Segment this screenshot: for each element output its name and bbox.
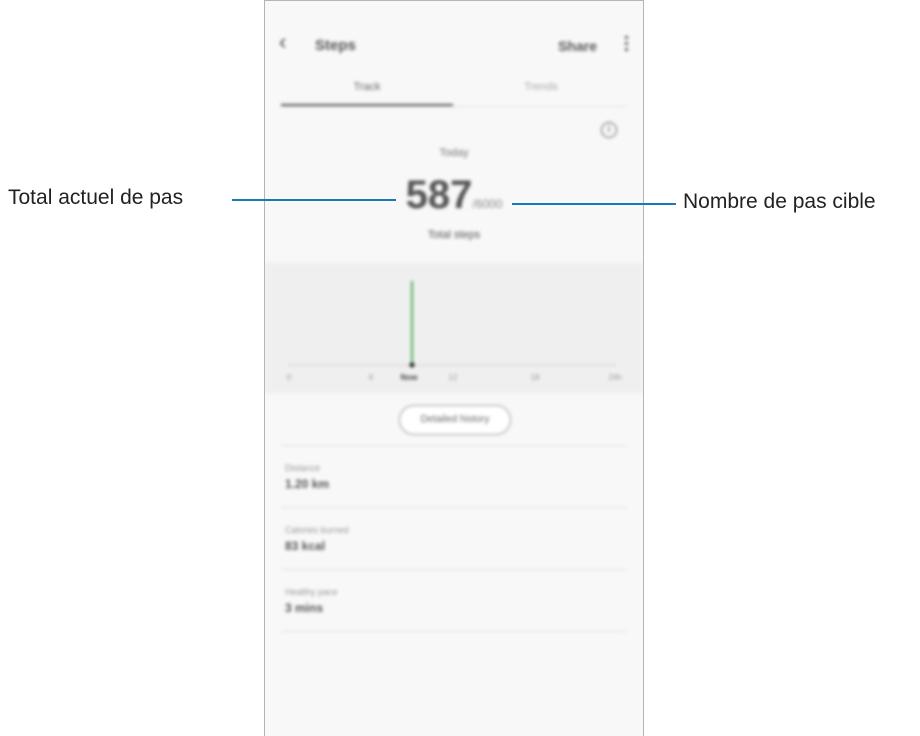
- stat-label-calories: Calories burned: [285, 525, 349, 535]
- stat-label-pace: Healthy pace: [285, 587, 338, 597]
- steps-chart-svg: 0 6 Now 12 18 24h: [287, 281, 622, 382]
- steps-chart: 0 6 Now 12 18 24h: [265, 263, 643, 393]
- divider: [281, 569, 627, 570]
- today-label: Today: [439, 147, 469, 159]
- tab-trends[interactable]: Trends: [455, 81, 627, 93]
- stat-value-calories: 83 kcal: [285, 539, 326, 553]
- info-icon[interactable]: i: [601, 122, 617, 138]
- steps-unit-label: Total steps: [427, 229, 481, 241]
- callout-line-left: [232, 199, 396, 201]
- more-vertical-icon[interactable]: [625, 36, 629, 54]
- tick-label-5: 24h: [608, 373, 621, 382]
- tick-label-1: 6: [369, 373, 374, 382]
- phone-screen: ‹ Steps Share Track Trends i Today 587/6…: [264, 0, 644, 736]
- detailed-history-button[interactable]: Detailed history: [399, 405, 511, 435]
- stat-value-pace: 3 mins: [285, 601, 324, 615]
- callout-target-steps: Nombre de pas cible: [683, 190, 876, 213]
- callout-current-steps: Total actuel de pas: [8, 186, 184, 209]
- back-arrow-icon[interactable]: ‹: [279, 31, 286, 53]
- tab-divider: [281, 106, 627, 107]
- steps-count: 587: [405, 173, 473, 217]
- stat-value-distance: 1.20 km: [285, 477, 330, 491]
- divider: [281, 631, 627, 632]
- share-button[interactable]: Share: [558, 38, 597, 54]
- steps-target: /6000: [472, 197, 503, 211]
- tab-track[interactable]: Track: [281, 81, 453, 93]
- tick-label-4: 18: [531, 373, 540, 382]
- steps-summary: 587/6000: [265, 173, 643, 218]
- chart-now-dot: [409, 362, 415, 368]
- callout-line-right: [512, 203, 676, 205]
- tick-label-0: 0: [287, 373, 292, 382]
- divider: [281, 445, 627, 446]
- stat-label-distance: Distance: [285, 463, 321, 473]
- tick-label-now: Now: [401, 373, 419, 382]
- tick-label-3: 12: [449, 373, 458, 382]
- page-title: Steps: [315, 37, 356, 54]
- active-tab-indicator: [281, 104, 453, 106]
- divider: [281, 507, 627, 508]
